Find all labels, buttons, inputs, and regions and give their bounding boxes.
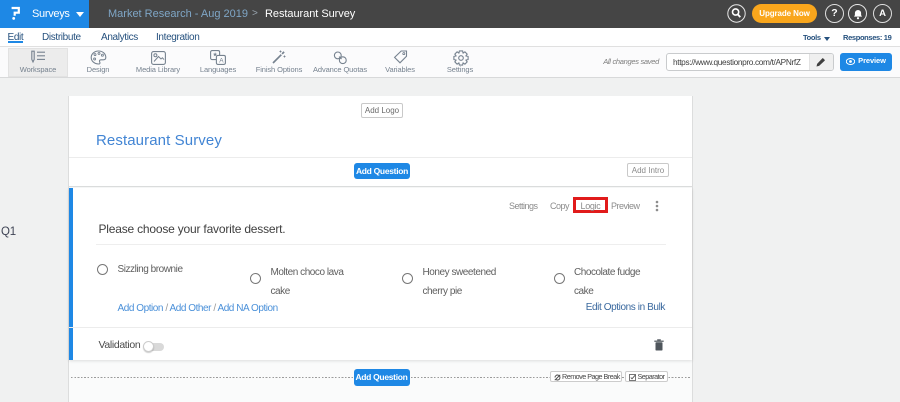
svg-text:A: A xyxy=(219,58,224,65)
